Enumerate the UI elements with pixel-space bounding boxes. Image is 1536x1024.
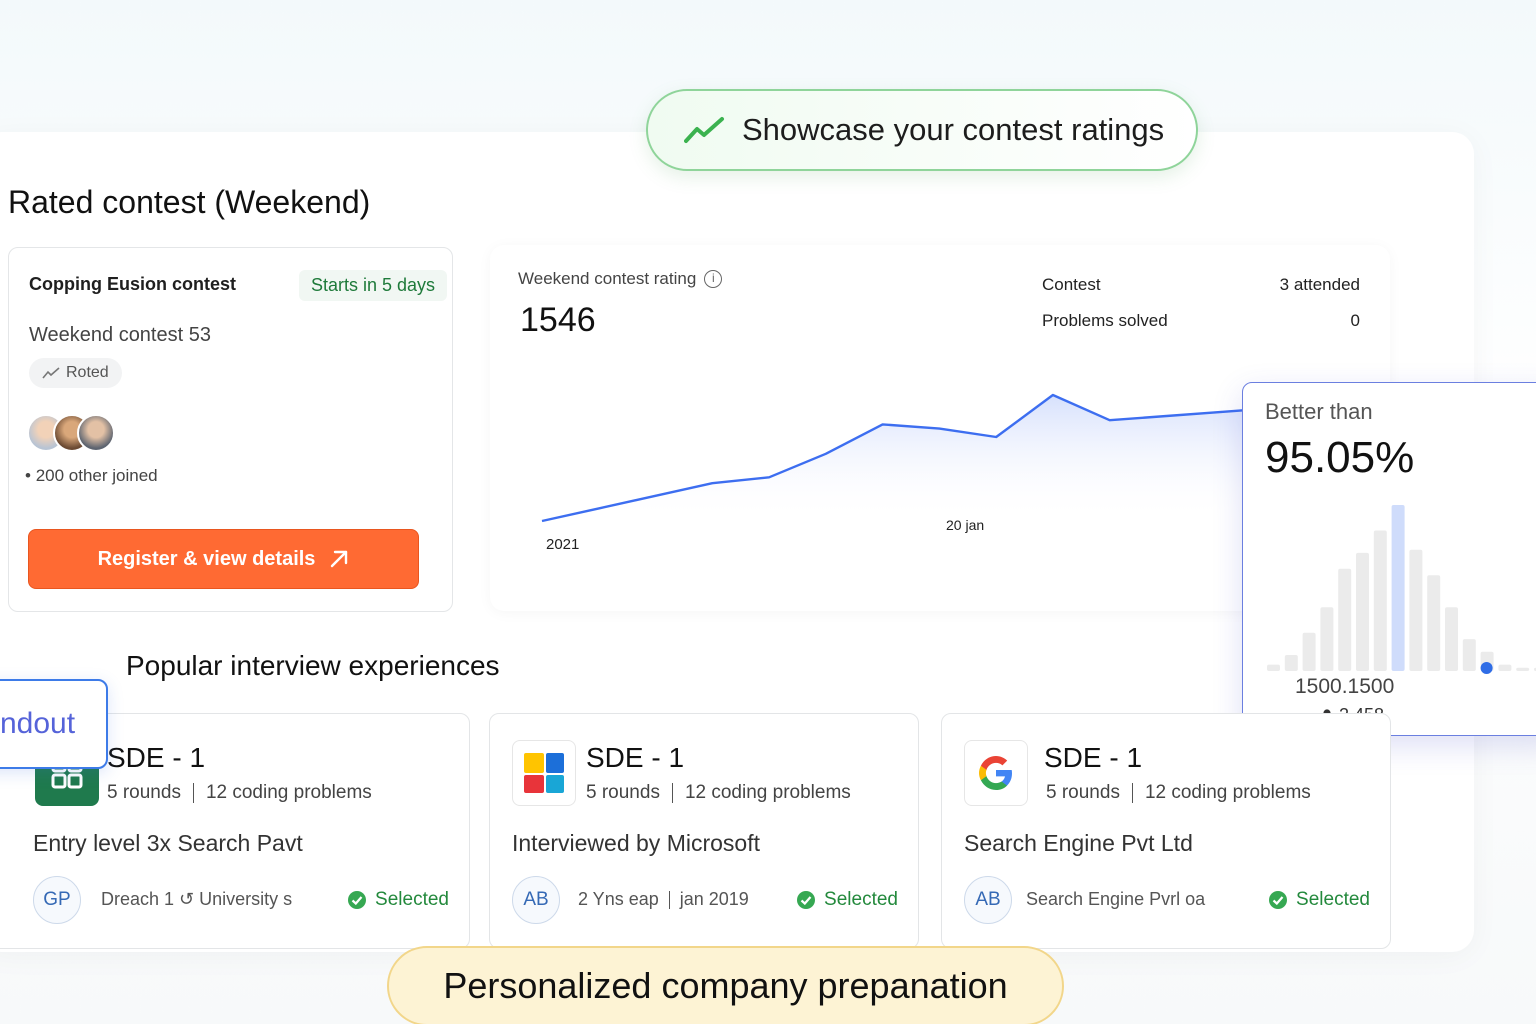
experience-role: SDE - 1 — [1044, 742, 1143, 773]
histogram-bar — [1498, 664, 1512, 671]
arrow-up-right-icon — [331, 550, 348, 568]
experience-role: SDE - 1 — [586, 742, 685, 773]
problems-count: 12 coding problems — [1144, 782, 1311, 803]
rounds-count: 5 rounds — [586, 782, 660, 803]
experience-meta: 5 rounds 12 coding problems — [586, 782, 851, 804]
joined-text: 200 other joined — [35, 466, 158, 485]
histogram-bar — [1516, 667, 1530, 671]
histogram-bar — [1320, 607, 1334, 671]
participant-avatars — [27, 414, 127, 454]
ratings-pill: Showcase your contest ratings — [646, 89, 1198, 171]
rated-tag: Roted — [29, 358, 122, 388]
experience-meta: 5 rounds 12 coding problems — [1046, 782, 1311, 804]
rounds-count: 5 rounds — [107, 782, 181, 803]
status-badge: Selected — [1268, 889, 1370, 911]
author-avatar: GP — [33, 876, 81, 924]
standout-badge: ndout — [0, 679, 108, 769]
rated-tag-label: Roted — [66, 364, 109, 381]
author-info: 2 Yns eap jan 2019 — [578, 889, 749, 910]
experience-card[interactable]: SDE - 1 5 rounds 12 coding problems Inter… — [489, 713, 919, 949]
experience-role: SDE - 1 — [107, 742, 206, 773]
contest-subtitle: Weekend contest 53 — [29, 324, 211, 346]
histogram-bar — [1409, 549, 1423, 671]
check-circle-icon — [1269, 891, 1288, 909]
problems-count: 12 coding problems — [684, 782, 851, 803]
author-info: Search Engine Pvrl oa — [1026, 889, 1206, 909]
histogram-bar — [1284, 655, 1298, 671]
histogram-bar — [1338, 568, 1352, 671]
experience-company: Interviewed by Microsoft — [512, 830, 760, 856]
check-circle-icon — [348, 891, 367, 909]
google-logo — [964, 740, 1028, 806]
status-badge: Selected — [796, 889, 898, 911]
avatar — [77, 414, 115, 452]
rounds-count: 5 rounds — [1046, 782, 1120, 803]
author-avatar: AB — [964, 876, 1012, 924]
contest-card: Copping Eusion contest Starts in 5 days … — [8, 247, 453, 612]
author-info: Dreach 1 ↺ University s — [101, 889, 293, 909]
microsoft-logo-icon — [524, 753, 564, 793]
histogram-bar — [1302, 632, 1316, 671]
experiences-title: Popular interview experiences — [126, 650, 500, 681]
histogram-bar — [1445, 607, 1458, 671]
problems-count: 12 coding problems — [205, 782, 372, 803]
author-avatar: AB — [512, 876, 560, 924]
experience-company: Entry level 3x Search Pavt — [33, 830, 303, 856]
microsoft-logo — [512, 740, 576, 806]
trend-up-icon — [684, 117, 724, 143]
register-button[interactable]: Register & view details — [28, 529, 419, 589]
experience-card[interactable]: SDE - 1 5 rounds 12 coding problems Searc… — [941, 713, 1391, 949]
author-experience: 2 Yns eap — [578, 889, 659, 909]
status-text: Selected — [375, 889, 449, 910]
x-tick-label: 20 jan — [946, 517, 985, 533]
author-date: jan 2019 — [679, 889, 749, 909]
histogram-bar — [1356, 552, 1369, 671]
experience-company: Search Engine Pvt Ltd — [964, 830, 1193, 856]
status-text: Selected — [824, 889, 898, 910]
histogram-bar — [1391, 505, 1405, 671]
histogram-bar — [1462, 639, 1476, 671]
company-prep-pill: Personalized company prepanation — [387, 946, 1064, 1024]
histogram-bar — [1373, 530, 1387, 671]
google-logo-icon — [979, 756, 1012, 790]
experience-meta: 5 rounds 12 coding problems — [107, 782, 372, 804]
joined-count: • 200 other joined — [25, 466, 158, 485]
rating-range: 1500.1500 — [1295, 675, 1395, 698]
histogram-bar — [1267, 664, 1280, 671]
histogram-bar — [1427, 575, 1441, 671]
check-circle-icon — [797, 891, 816, 909]
rating-area — [542, 395, 1280, 521]
register-button-label: Register & view details — [97, 547, 316, 570]
better-than-card: Better than 95.05% 1500.1500 2,458 — [1242, 382, 1536, 736]
user-position-marker — [1480, 662, 1493, 674]
x-tick-label: 2021 — [546, 536, 580, 553]
status-badge: Selected — [347, 889, 449, 911]
starts-badge: Starts in 5 days — [299, 270, 448, 301]
ratings-pill-text: Showcase your contest ratings — [742, 112, 1165, 147]
status-text: Selected — [1296, 889, 1370, 910]
section-title: Rated contest (Weekend) — [8, 184, 371, 220]
contest-name: Copping Eusion contest — [29, 274, 236, 294]
trend-icon — [42, 367, 60, 379]
